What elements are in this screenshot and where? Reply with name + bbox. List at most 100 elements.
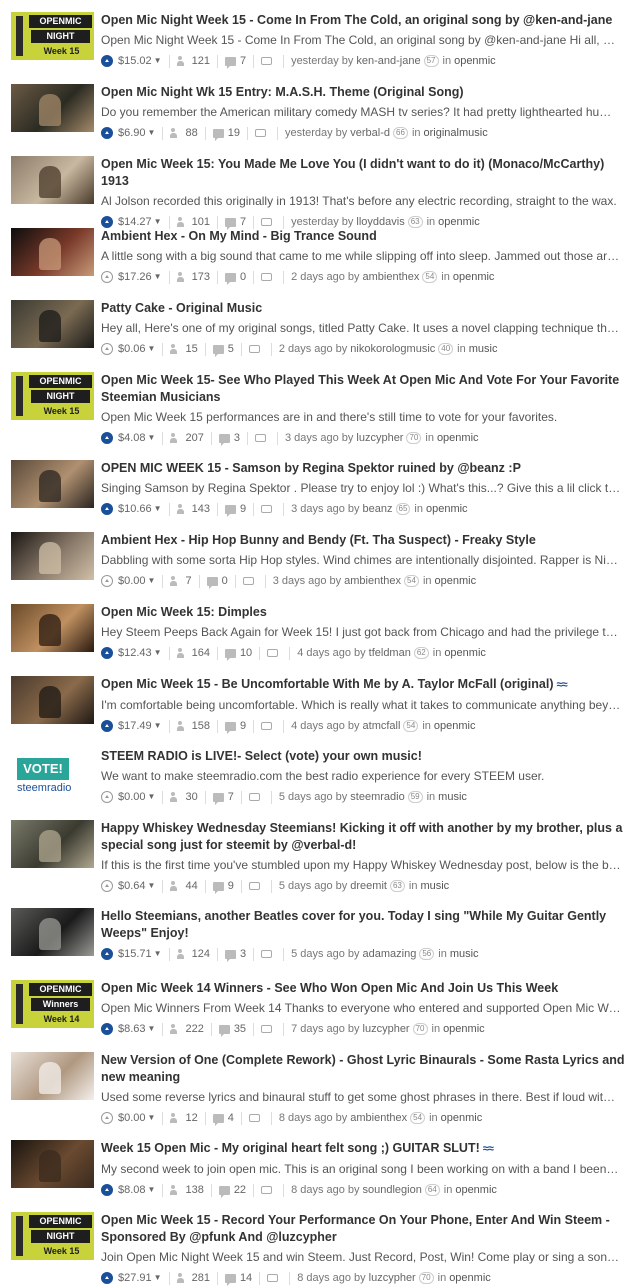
resteem-icon[interactable] — [248, 345, 260, 353]
post-time[interactable]: yesterday — [285, 126, 333, 140]
payout-amount[interactable]: $6.90 — [118, 126, 146, 140]
chevron-down-icon[interactable]: ▼ — [154, 54, 162, 68]
post-title[interactable]: Patty Cake - Original Music — [101, 300, 631, 317]
upvote-icon[interactable] — [101, 1023, 113, 1035]
category-link[interactable]: originalmusic — [424, 126, 488, 140]
post-excerpt[interactable]: Dabbling with some sorta Hip Hop styles.… — [101, 552, 621, 569]
author-link[interactable]: ken-and-jane — [356, 54, 420, 68]
category-link[interactable]: music — [469, 342, 498, 356]
reply-count[interactable]: 3 — [234, 431, 240, 445]
post-thumbnail[interactable] — [11, 1052, 94, 1100]
category-link[interactable]: openmic — [438, 215, 480, 229]
upvote-icon[interactable] — [101, 948, 113, 960]
reply-count[interactable]: 0 — [222, 574, 228, 588]
payout-amount[interactable]: $14.27 — [118, 215, 152, 229]
voter-count[interactable]: 143 — [192, 502, 210, 516]
voter-count[interactable]: 121 — [192, 54, 210, 68]
author-link[interactable]: beanz — [363, 502, 393, 516]
voter-count[interactable]: 173 — [192, 270, 210, 284]
reply-count[interactable]: 9 — [240, 502, 246, 516]
upvote-icon[interactable] — [101, 791, 113, 803]
reply-count[interactable]: 19 — [228, 126, 240, 140]
chevron-down-icon[interactable]: ▼ — [154, 1271, 162, 1285]
category-link[interactable]: openmic — [454, 54, 496, 68]
post-title[interactable]: Open Mic Week 15 - Record Your Performan… — [101, 1212, 631, 1246]
post-title[interactable]: Week 15 Open Mic - My original heart fel… — [101, 1140, 631, 1158]
author-link[interactable]: nikokorologmusic — [350, 342, 435, 356]
post-thumbnail[interactable] — [11, 1140, 94, 1188]
payout-amount[interactable]: $17.49 — [118, 719, 152, 733]
post-title[interactable]: Happy Whiskey Wednesday Steemians! Kicki… — [101, 820, 631, 854]
post-time[interactable]: 5 days ago — [279, 790, 333, 804]
resteem-icon[interactable] — [248, 793, 260, 801]
post-excerpt[interactable]: Singing Samson by Regina Spektor . Pleas… — [101, 480, 621, 497]
post-excerpt[interactable]: If this is the first time you've stumble… — [101, 857, 621, 874]
upvote-icon[interactable] — [101, 575, 113, 587]
post-time[interactable]: 5 days ago — [291, 947, 345, 961]
chevron-down-icon[interactable]: ▼ — [154, 502, 162, 516]
upvote-icon[interactable] — [101, 503, 113, 515]
reply-count[interactable]: 7 — [240, 215, 246, 229]
author-link[interactable]: tfeldman — [369, 646, 411, 660]
reply-count[interactable]: 22 — [234, 1183, 246, 1197]
post-title[interactable]: Open Mic Week 15: You Made Me Love You (… — [101, 156, 631, 190]
category-link[interactable]: openmic — [443, 1022, 485, 1036]
payout-amount[interactable]: $15.02 — [118, 54, 152, 68]
category-link[interactable]: openmic — [453, 270, 495, 284]
post-thumbnail[interactable] — [11, 84, 94, 132]
chevron-down-icon[interactable]: ▼ — [148, 790, 156, 804]
category-link[interactable]: openmic — [455, 1183, 497, 1197]
post-title[interactable]: Open Mic Night Week 15 - Come In From Th… — [101, 12, 631, 29]
category-link[interactable]: music — [450, 947, 479, 961]
payout-amount[interactable]: $0.64 — [118, 879, 146, 893]
chevron-down-icon[interactable]: ▼ — [154, 270, 162, 284]
upvote-icon[interactable] — [101, 432, 113, 444]
author-link[interactable]: verbal-d — [350, 126, 390, 140]
post-time[interactable]: 3 days ago — [291, 502, 345, 516]
reply-count[interactable]: 35 — [234, 1022, 246, 1036]
upvote-icon[interactable] — [101, 1272, 113, 1284]
post-excerpt[interactable]: Open Mic Week 15 performances are in and… — [101, 409, 621, 426]
post-title[interactable]: Ambient Hex - On My Mind - Big Trance So… — [101, 228, 631, 245]
post-title[interactable]: Open Mic Night Wk 15 Entry: M.A.S.H. The… — [101, 84, 631, 101]
payout-amount[interactable]: $12.43 — [118, 646, 152, 660]
post-thumbnail[interactable] — [11, 300, 94, 348]
author-link[interactable]: luzcypher — [369, 1271, 416, 1285]
post-title[interactable]: Ambient Hex - Hip Hop Bunny and Bendy (F… — [101, 532, 631, 549]
voter-count[interactable]: 281 — [192, 1271, 210, 1285]
post-thumbnail[interactable] — [11, 908, 94, 956]
post-time[interactable]: 8 days ago — [291, 1183, 345, 1197]
post-excerpt[interactable]: We want to make steemradio.com the best … — [101, 768, 621, 785]
upvote-icon[interactable] — [101, 216, 113, 228]
upvote-icon[interactable] — [101, 1184, 113, 1196]
payout-amount[interactable]: $27.91 — [118, 1271, 152, 1285]
chevron-down-icon[interactable]: ▼ — [148, 1183, 156, 1197]
resteem-icon[interactable] — [248, 1114, 260, 1122]
reply-count[interactable]: 7 — [240, 54, 246, 68]
author-link[interactable]: ambienthex — [363, 270, 420, 284]
chevron-down-icon[interactable]: ▼ — [148, 342, 156, 356]
payout-amount[interactable]: $0.00 — [118, 1111, 146, 1125]
upvote-icon[interactable] — [101, 271, 113, 283]
voter-count[interactable]: 88 — [185, 126, 197, 140]
reply-count[interactable]: 10 — [240, 646, 252, 660]
chevron-down-icon[interactable]: ▼ — [148, 1111, 156, 1125]
post-excerpt[interactable]: Used some reverse lyrics and binaural st… — [101, 1089, 621, 1106]
post-thumbnail[interactable]: OPENMIC Winners Week 14 — [11, 980, 94, 1028]
category-link[interactable]: music — [438, 790, 467, 804]
post-thumbnail[interactable]: OPENMIC NIGHT Week 15 — [11, 12, 94, 60]
voter-count[interactable]: 158 — [192, 719, 210, 733]
resteem-icon[interactable] — [261, 950, 273, 958]
voter-count[interactable]: 15 — [185, 342, 197, 356]
resteem-icon[interactable] — [254, 129, 266, 137]
reply-count[interactable]: 9 — [240, 719, 246, 733]
post-excerpt[interactable]: My second week to join open mic. This is… — [101, 1161, 621, 1178]
author-link[interactable]: luzcypher — [363, 1022, 410, 1036]
voter-count[interactable]: 7 — [185, 574, 191, 588]
post-excerpt[interactable]: Do you remember the American military co… — [101, 104, 621, 121]
post-title[interactable]: Open Mic Week 15 - Be Uncomfortable With… — [101, 676, 631, 694]
post-thumbnail[interactable] — [11, 460, 94, 508]
payout-amount[interactable]: $8.63 — [118, 1022, 146, 1036]
post-excerpt[interactable]: Open Mic Winners From Week 14 Thanks to … — [101, 1000, 621, 1017]
post-time[interactable]: 7 days ago — [291, 1022, 345, 1036]
